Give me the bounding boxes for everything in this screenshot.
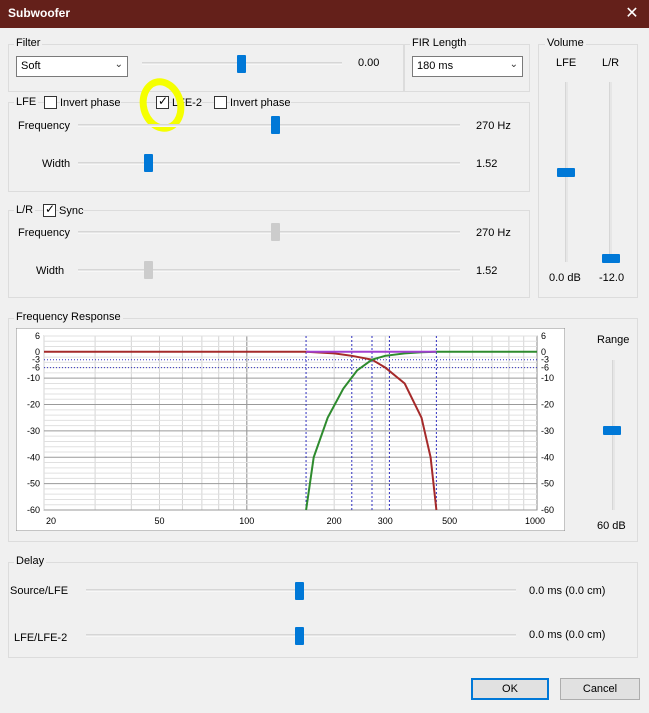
ok-button[interactable]: OK: [471, 678, 549, 700]
y-tick-label-left: -40: [27, 452, 40, 462]
lr-group-label: L/R: [14, 204, 36, 216]
delay-source-label: Source/LFE: [10, 585, 69, 597]
y-tick-label-left: -10: [27, 373, 40, 383]
fir-length-select[interactable]: 180 ms ⌄: [412, 56, 523, 77]
volume-lr-track[interactable]: [609, 82, 612, 262]
fir-length-value: 180 ms: [417, 60, 454, 72]
close-icon[interactable]: ✕: [621, 3, 643, 25]
y-tick-label-right: -10: [541, 373, 554, 383]
filter-slider-thumb[interactable]: [237, 55, 246, 73]
delay-source-value: 0.0 ms (0.0 cm): [529, 585, 606, 597]
x-tick-label: 50: [154, 516, 164, 526]
lr-group: [8, 210, 530, 298]
delay-group: [8, 562, 638, 658]
range-thumb[interactable]: [603, 426, 621, 435]
filter-group-label: Filter: [14, 37, 43, 49]
y-tick-label-left: 6: [35, 331, 40, 341]
y-tick-label-left: -60: [27, 505, 40, 515]
x-tick-label: 300: [378, 516, 393, 526]
volume-lr-thumb[interactable]: [602, 254, 620, 263]
x-tick-label: 500: [442, 516, 457, 526]
range-label: Range: [597, 334, 630, 346]
y-tick-label-right: -40: [541, 452, 554, 462]
lr-frequency-thumb[interactable]: [271, 223, 280, 241]
frequency-response-label: Frequency Response: [14, 311, 123, 323]
lfe-invert-label: Invert phase: [60, 97, 121, 109]
volume-lfe-label: LFE: [556, 57, 577, 69]
y-tick-label-left: -20: [27, 400, 40, 410]
lfe-frequency-track[interactable]: [78, 124, 460, 127]
y-tick-label-left: -50: [27, 479, 40, 489]
y-tick-label-right: 6: [541, 331, 546, 341]
lr-width-thumb[interactable]: [144, 261, 153, 279]
range-value: 60 dB: [597, 520, 626, 532]
lfe-width-value: 1.52: [476, 158, 498, 170]
lr-width-track[interactable]: [78, 269, 460, 272]
lfe-width-label: Width: [42, 158, 71, 170]
delay-lfe2-thumb[interactable]: [295, 627, 304, 645]
y-tick-label-left: -30: [27, 426, 40, 436]
lr-sync-checkbox[interactable]: [43, 202, 56, 217]
lfe-frequency-label: Frequency: [18, 120, 70, 132]
y-tick-label-right: -50: [541, 479, 554, 489]
filter-type-select[interactable]: Soft ⌄: [16, 56, 128, 77]
lr-width-value: 1.52: [476, 265, 498, 277]
y-tick-label-left: -6: [32, 363, 40, 373]
volume-lfe-value: 0.0 dB: [549, 272, 581, 284]
delay-lfe2-value: 0.0 ms (0.0 cm): [529, 629, 606, 641]
lr-sync-label: Sync: [59, 205, 84, 217]
lfe-invert-checkbox[interactable]: [44, 96, 57, 109]
y-tick-label-right: -60: [541, 505, 554, 515]
range-track[interactable]: [612, 360, 615, 510]
lfe-frequency-thumb[interactable]: [271, 116, 280, 134]
lfe-width-thumb[interactable]: [144, 154, 153, 172]
lr-frequency-value: 270 Hz: [476, 227, 511, 239]
lfe-group-label: LFE: [14, 96, 39, 108]
x-tick-label: 20: [46, 516, 56, 526]
fir-length-label: FIR Length: [410, 37, 469, 49]
lr-width-label: Width: [36, 265, 65, 277]
volume-label: Volume: [545, 37, 586, 49]
delay-source-thumb[interactable]: [295, 582, 304, 600]
filter-type-value: Soft: [21, 60, 41, 72]
y-tick-label-right: -6: [541, 363, 549, 373]
volume-lr-label: L/R: [602, 57, 620, 69]
lfe-group: [8, 102, 530, 192]
volume-lr-value: -12.0: [599, 272, 625, 284]
window-title: Subwoofer: [8, 6, 70, 20]
chevron-down-icon: ⌄: [509, 59, 518, 70]
y-tick-label-right: -30: [541, 426, 554, 436]
x-tick-label: 200: [327, 516, 342, 526]
lfe-frequency-value: 270 Hz: [476, 120, 511, 132]
lfe-width-track[interactable]: [78, 162, 460, 165]
lr-frequency-track[interactable]: [78, 231, 460, 234]
filter-value: 0.00: [358, 57, 380, 69]
lfe2-invert-checkbox[interactable]: [214, 96, 227, 109]
frequency-response-chart: 6 60 0-3 -3-6 -6-10 -10-20 -20-30 -30-40 -40-50-…: [16, 328, 565, 531]
delay-lfe2-label: LFE/LFE-2: [14, 632, 68, 644]
chevron-down-icon: ⌄: [114, 59, 123, 70]
lr-frequency-label: Frequency: [18, 227, 70, 239]
y-tick-label-right: -20: [541, 400, 554, 410]
volume-lfe-thumb[interactable]: [557, 168, 575, 177]
lfe2-invert-label: Invert phase: [230, 97, 291, 109]
x-tick-label: 100: [239, 516, 254, 526]
delay-group-label: Delay: [14, 555, 47, 567]
volume-group: [538, 44, 638, 298]
x-tick-label: 1000: [525, 516, 545, 526]
title-bar: Subwoofer ✕: [0, 0, 649, 28]
cancel-button[interactable]: Cancel: [560, 678, 640, 700]
